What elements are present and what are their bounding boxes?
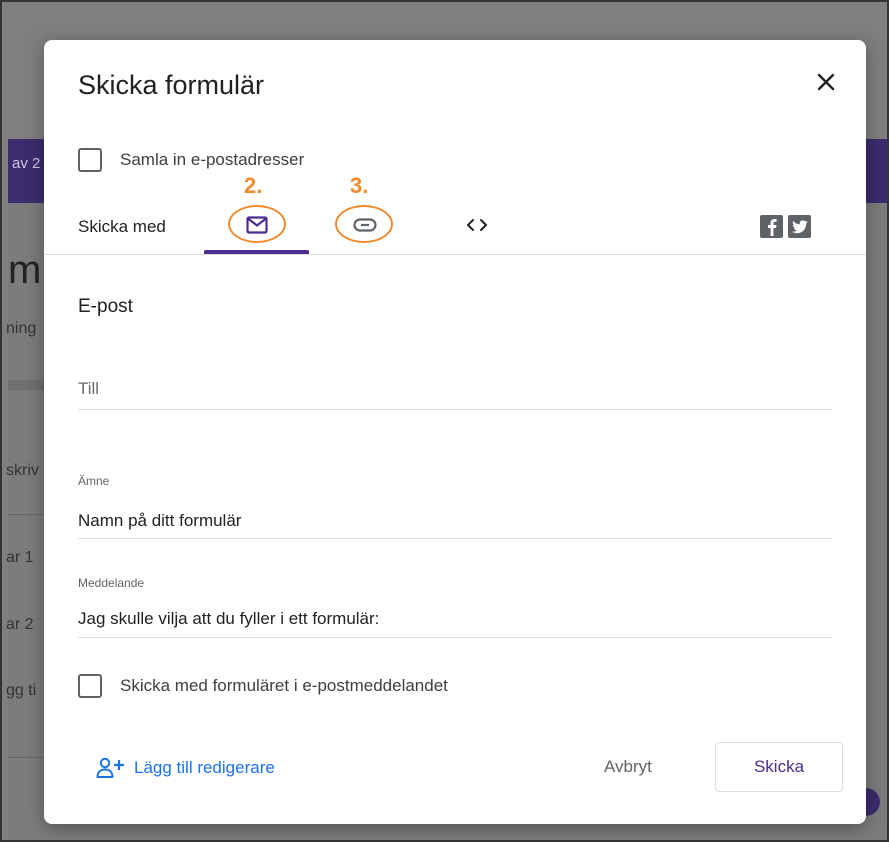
twitter-icon bbox=[791, 219, 807, 233]
background-divider bbox=[8, 514, 48, 515]
background-text-fragment: gg ti bbox=[6, 682, 37, 699]
background-text-fragment: ning bbox=[6, 320, 37, 337]
cancel-button[interactable]: Avbryt bbox=[604, 757, 652, 777]
include-form-checkbox[interactable] bbox=[78, 674, 102, 698]
message-input-underline bbox=[78, 637, 832, 638]
send-button[interactable]: Skicka bbox=[715, 742, 843, 792]
subject-input-underline bbox=[78, 538, 832, 539]
background-band-text: av 2 bbox=[12, 155, 41, 172]
background-text-fragment: skriv bbox=[6, 462, 39, 479]
close-icon bbox=[817, 73, 835, 91]
subject-label: Ämne bbox=[78, 474, 110, 488]
background-text-fragment: ar 2 bbox=[6, 616, 34, 633]
annotation-number-3: 3. bbox=[350, 173, 369, 198]
facebook-icon bbox=[767, 218, 777, 236]
email-section-title: E-post bbox=[78, 296, 133, 317]
background-strip bbox=[8, 380, 48, 390]
annotation-circle-link bbox=[335, 205, 393, 243]
add-editor-button[interactable]: Lägg till redigerare bbox=[96, 757, 275, 779]
background-divider bbox=[8, 757, 48, 758]
background-text-fragment: ar 1 bbox=[6, 549, 34, 566]
add-editor-label: Lägg till redigerare bbox=[134, 758, 275, 777]
annotation-circle-email bbox=[228, 205, 286, 243]
to-input-underline bbox=[78, 409, 832, 410]
background-title-fragment: m bbox=[8, 248, 42, 292]
tab-divider bbox=[44, 254, 866, 255]
facebook-share-button[interactable] bbox=[760, 215, 783, 238]
subject-input[interactable]: Namn på ditt formulär bbox=[78, 511, 241, 531]
annotation-number-2: 2. bbox=[244, 173, 263, 198]
send-with-label: Skicka med bbox=[78, 217, 166, 236]
to-input[interactable]: Till bbox=[78, 379, 99, 399]
dialog-title: Skicka formulär bbox=[78, 70, 265, 100]
tab-embed[interactable] bbox=[454, 210, 500, 240]
include-form-label: Skicka med formuläret i e-postmeddelande… bbox=[120, 676, 448, 695]
close-button[interactable] bbox=[810, 66, 842, 98]
message-input[interactable]: Jag skulle vilja att du fyller i ett for… bbox=[78, 609, 379, 629]
send-form-dialog: Skicka formulär Samla in e-postadresser … bbox=[44, 40, 866, 824]
add-person-icon bbox=[96, 757, 124, 778]
embed-code-icon bbox=[467, 219, 487, 231]
collect-email-label: Samla in e-postadresser bbox=[120, 150, 305, 169]
collect-email-checkbox[interactable] bbox=[78, 148, 102, 172]
twitter-share-button[interactable] bbox=[788, 215, 811, 238]
message-label: Meddelande bbox=[78, 576, 145, 590]
